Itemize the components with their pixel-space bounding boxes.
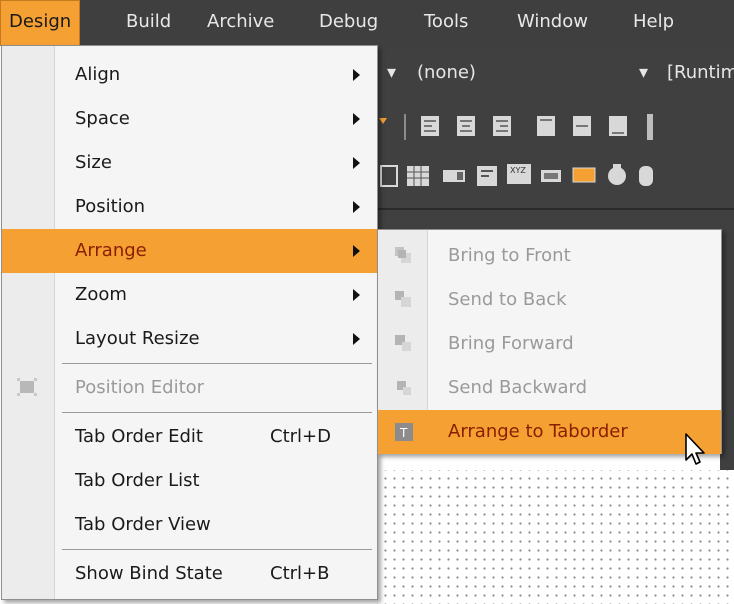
menu-item-shortcut: Ctrl+D — [270, 426, 331, 447]
menu-item-align[interactable]: Align — [2, 53, 377, 97]
toolbar-area: ▾ (none) ▾ [Runtim XYZ — [377, 46, 734, 230]
submenu-item-bring-to-front[interactable]: Bring to Front — [378, 234, 721, 278]
submenu-item-label: Send to Back — [448, 289, 567, 310]
menu-bar: Design Build Archive Debug Tools Window … — [0, 0, 734, 46]
menu-item-position-editor[interactable]: Position Editor — [2, 366, 377, 410]
menu-item-label: Position Editor — [75, 377, 205, 398]
menu-item-layout-resize[interactable]: Layout Resize — [2, 317, 377, 361]
align-toolbar-icons — [379, 114, 653, 140]
menu-window[interactable]: Window — [517, 0, 588, 46]
send-to-back-icon — [395, 291, 411, 307]
menu-tools[interactable]: Tools — [424, 0, 468, 46]
controls-toolbar: XYZ — [377, 156, 734, 196]
menu-archive[interactable]: Archive — [207, 0, 274, 46]
svg-text:XYZ: XYZ — [510, 166, 526, 175]
menu-item-space[interactable]: Space — [2, 97, 377, 141]
arrange-submenu: Bring to Front Send to Back Bring Forwar… — [377, 229, 722, 454]
combo-dropdown-arrow-2[interactable]: ▾ — [639, 56, 648, 92]
menu-item-label: Tab Order List — [75, 470, 200, 491]
align-toolbar — [377, 106, 734, 146]
design-menu: Align Space Size Position Arrange Zoom L… — [1, 45, 378, 600]
menu-item-label: Tab Order View — [75, 514, 211, 535]
submenu-arrow-icon — [353, 69, 360, 81]
submenu-item-label: Arrange to Taborder — [448, 421, 628, 442]
menu-design[interactable]: Design — [0, 0, 81, 46]
menu-item-tab-order-edit[interactable]: Tab Order Edit Ctrl+D — [2, 415, 377, 459]
menu-item-label: Zoom — [75, 284, 127, 305]
combo-none[interactable]: (none) — [417, 56, 476, 92]
submenu-item-send-backward[interactable]: Send Backward — [378, 366, 721, 410]
combo-runtime[interactable]: [Runtim — [667, 56, 734, 92]
menu-item-tab-order-view[interactable]: Tab Order View — [2, 503, 377, 547]
menu-separator — [62, 549, 372, 550]
bring-to-front-icon — [395, 247, 411, 263]
menu-item-label: Layout Resize — [75, 328, 200, 349]
submenu-item-label: Send Backward — [448, 377, 588, 398]
menu-build[interactable]: Build — [126, 0, 171, 46]
menu-item-position[interactable]: Position — [2, 185, 377, 229]
menu-item-arrange[interactable]: Arrange — [2, 229, 377, 273]
submenu-item-label: Bring Forward — [448, 333, 574, 354]
send-backward-icon — [397, 381, 411, 395]
controls-toolbar-icons: XYZ — [380, 164, 653, 187]
taborder-icon: T — [395, 423, 413, 441]
menu-item-label: Arrange — [75, 240, 147, 261]
menu-item-label: Tab Order Edit — [75, 426, 203, 447]
menu-item-label: Show Bind State — [75, 563, 223, 584]
submenu-item-arrange-to-taborder[interactable]: T Arrange to Taborder — [378, 410, 721, 454]
submenu-arrow-icon — [353, 113, 360, 125]
menu-help[interactable]: Help — [633, 0, 674, 46]
menu-item-size[interactable]: Size — [2, 141, 377, 185]
menu-item-shortcut: Ctrl+B — [270, 563, 330, 584]
submenu-arrow-icon — [353, 157, 360, 169]
menu-item-label: Size — [75, 152, 112, 173]
submenu-arrow-icon — [353, 245, 360, 257]
menu-debug[interactable]: Debug — [319, 0, 378, 46]
menu-separator — [62, 412, 372, 413]
submenu-item-label: Bring to Front — [448, 245, 571, 266]
menu-item-zoom[interactable]: Zoom — [2, 273, 377, 317]
svg-text:T: T — [399, 426, 408, 440]
bring-forward-icon — [395, 335, 411, 351]
submenu-arrow-icon — [353, 289, 360, 301]
mouse-cursor-icon — [685, 433, 705, 465]
submenu-arrow-icon — [353, 201, 360, 213]
toolbar-divider — [377, 208, 734, 210]
design-canvas[interactable] — [377, 470, 734, 604]
background-panel — [720, 230, 734, 470]
menu-item-show-bind-state[interactable]: Show Bind State Ctrl+B — [2, 552, 377, 596]
menu-item-label: Position — [75, 196, 146, 217]
submenu-item-send-to-back[interactable]: Send to Back — [378, 278, 721, 322]
menu-separator — [62, 363, 372, 364]
submenu-item-bring-forward[interactable]: Bring Forward — [378, 322, 721, 366]
menu-item-tab-order-list[interactable]: Tab Order List — [2, 459, 377, 503]
submenu-arrow-icon — [353, 333, 360, 345]
menu-item-label: Align — [75, 64, 121, 85]
combo-dropdown-arrow-1[interactable]: ▾ — [387, 56, 396, 92]
position-editor-icon — [17, 378, 37, 396]
menu-item-label: Space — [75, 108, 130, 129]
